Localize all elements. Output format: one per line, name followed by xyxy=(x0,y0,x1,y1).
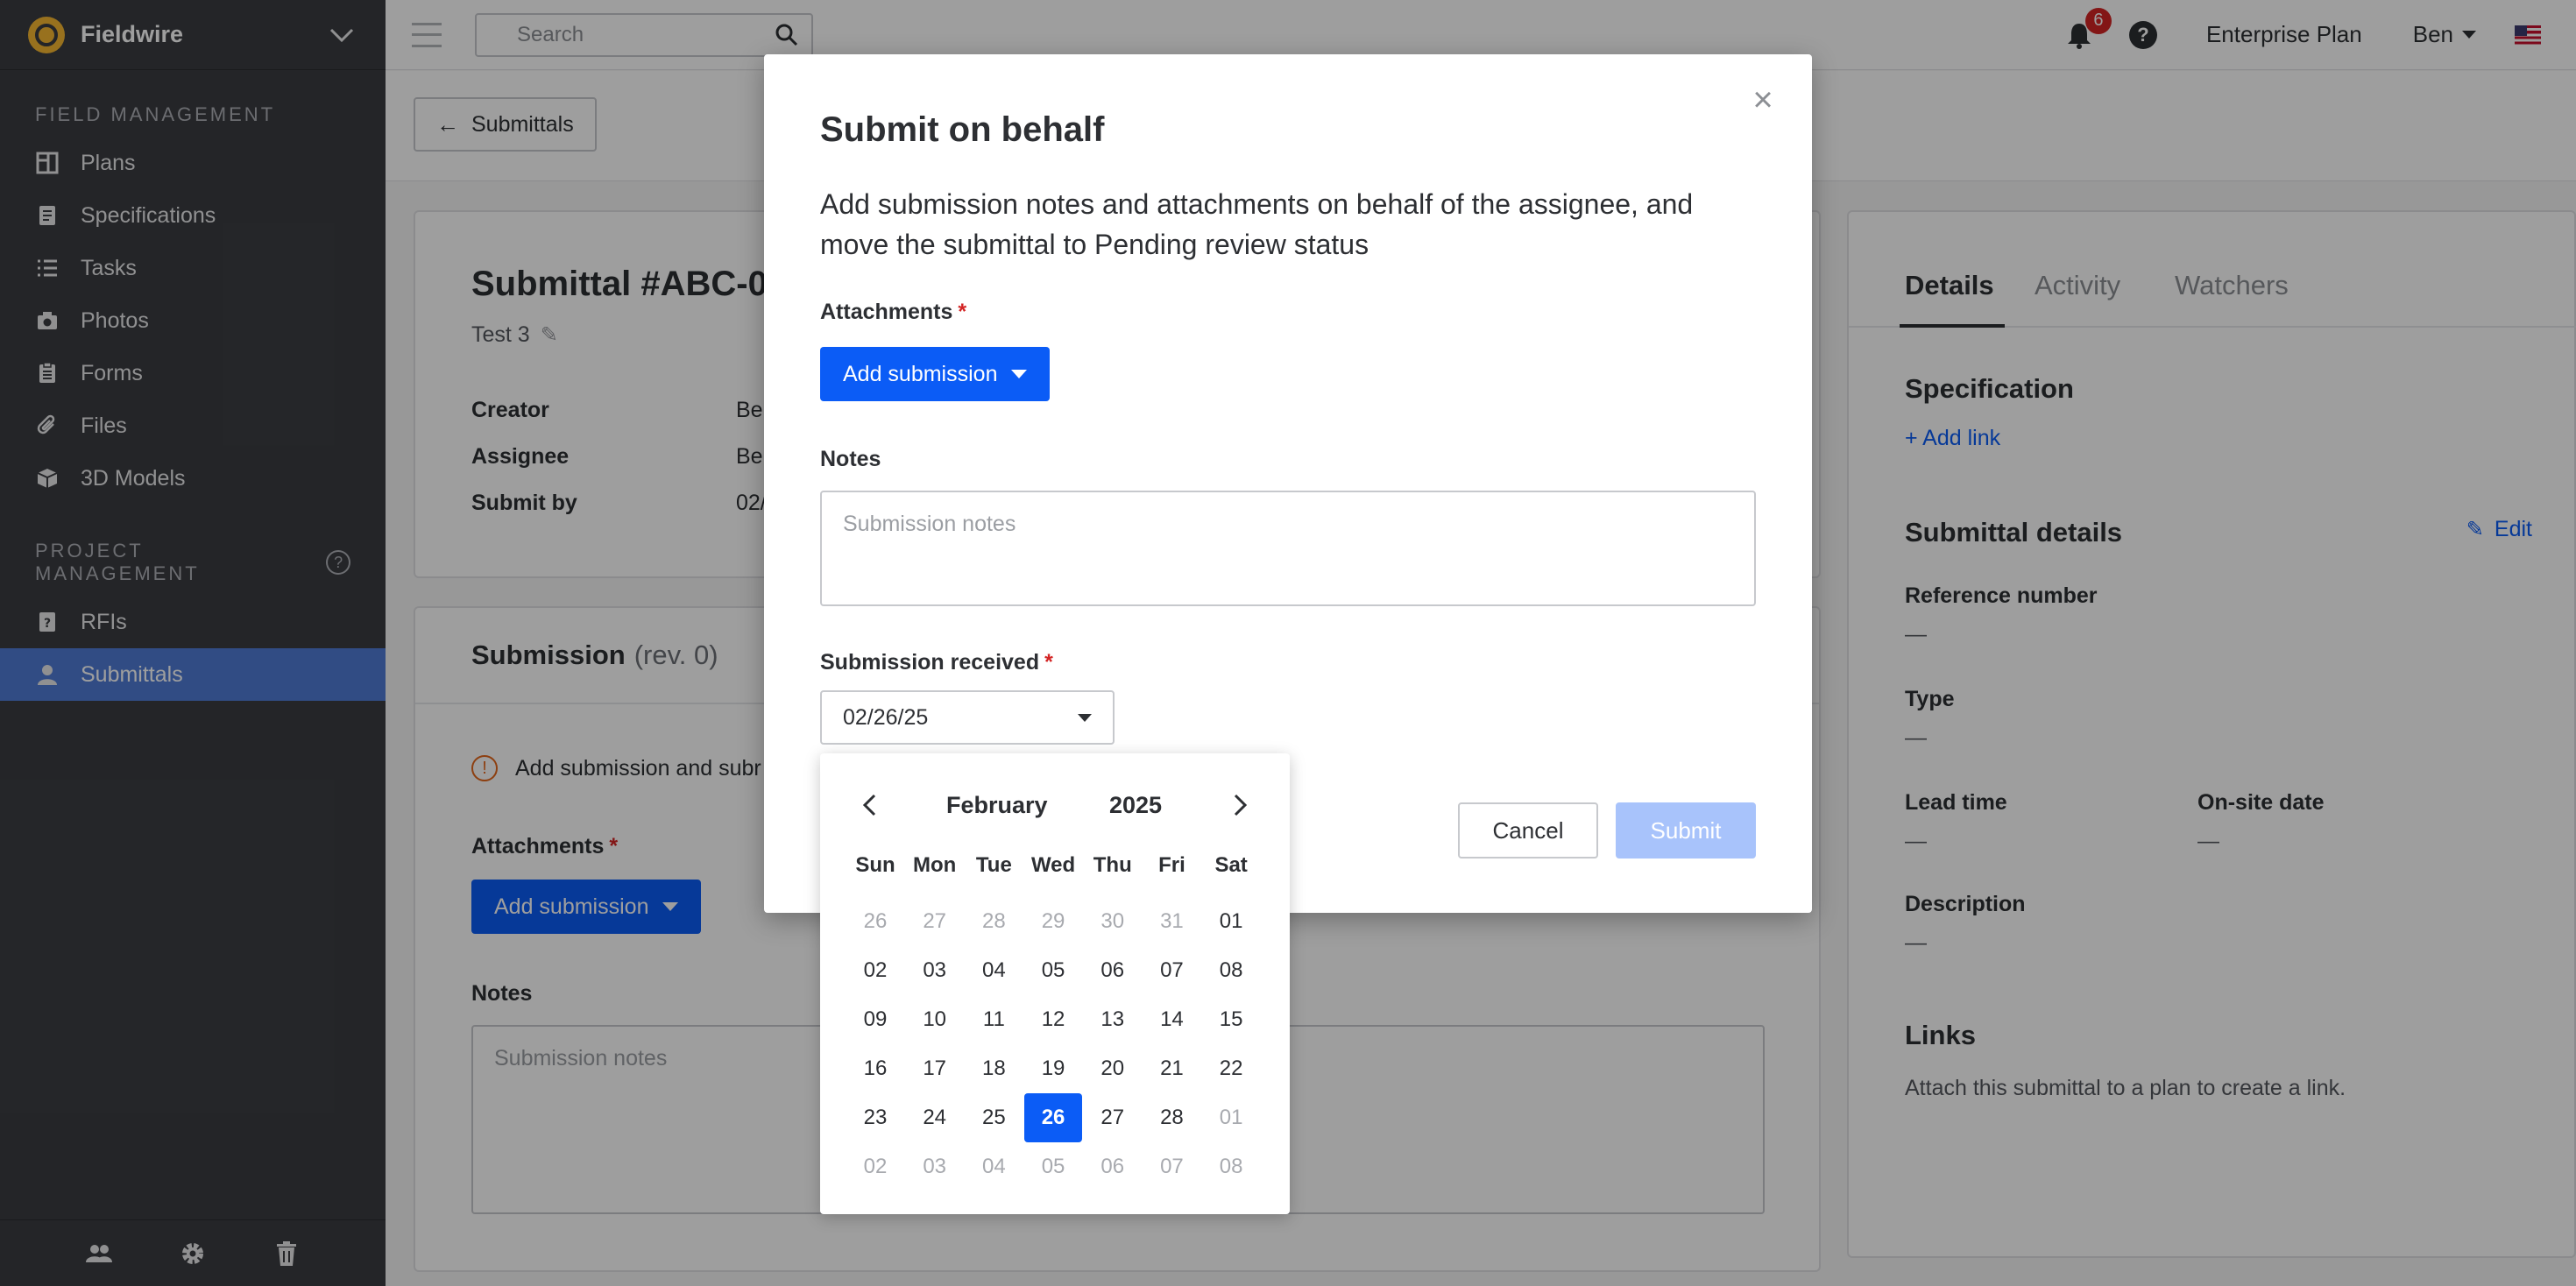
attachments-label: Attachments * xyxy=(820,300,966,325)
submission-received-date-select[interactable]: 02/26/25 xyxy=(820,690,1115,745)
calendar-day[interactable]: 18 xyxy=(965,1044,1023,1093)
calendar-day[interactable]: 25 xyxy=(965,1093,1023,1142)
calendar-year[interactable]: 2025 xyxy=(1109,792,1162,819)
submission-received-text: Submission received xyxy=(820,650,1040,675)
calendar-day[interactable]: 27 xyxy=(1084,1093,1142,1142)
weekday-header: Tue xyxy=(975,853,1012,877)
weekday-header: Fri xyxy=(1158,853,1185,877)
calendar-day[interactable]: 01 xyxy=(1202,1093,1260,1142)
chevron-left-icon[interactable] xyxy=(855,790,885,820)
calendar-day[interactable]: 11 xyxy=(965,995,1023,1044)
weekday-header: Sun xyxy=(855,853,895,877)
selected-date: 02/26/25 xyxy=(843,704,929,730)
calendar-grid: Sun Mon Tue Wed Thu Fri Sat 26 27 28 29 30 31 01 02 03 0… xyxy=(846,848,1262,1191)
close-icon[interactable]: × xyxy=(1747,82,1779,117)
calendar-day[interactable]: 01 xyxy=(1202,897,1260,946)
weekday-header: Sat xyxy=(1214,853,1248,877)
calendar-day[interactable]: 22 xyxy=(1202,1044,1260,1093)
calendar-day[interactable]: 16 xyxy=(846,1044,904,1093)
calendar-day[interactable]: 27 xyxy=(906,897,964,946)
calendar-day[interactable]: 19 xyxy=(1024,1044,1082,1093)
calendar-day[interactable]: 05 xyxy=(1024,1142,1082,1191)
calendar-day[interactable]: 12 xyxy=(1024,995,1082,1044)
calendar-day[interactable]: 03 xyxy=(906,1142,964,1191)
calendar-day[interactable]: 15 xyxy=(1202,995,1260,1044)
calendar-day[interactable]: 08 xyxy=(1202,946,1260,995)
calendar-day[interactable]: 14 xyxy=(1143,995,1200,1044)
calendar-day[interactable]: 10 xyxy=(906,995,964,1044)
calendar-day[interactable]: 09 xyxy=(846,995,904,1044)
calendar-month[interactable]: February xyxy=(946,792,1048,819)
dialog-description: Add submission notes and attachments on … xyxy=(820,188,1694,260)
dialog-title: Submit on behalf xyxy=(820,110,1105,149)
weekday-header: Thu xyxy=(1093,853,1132,877)
caret-down-icon xyxy=(1078,713,1092,722)
calendar-day[interactable]: 04 xyxy=(965,946,1023,995)
calendar-day[interactable]: 28 xyxy=(1143,1093,1200,1142)
calendar-day[interactable]: 02 xyxy=(846,1142,904,1191)
calendar-day[interactable]: 03 xyxy=(906,946,964,995)
calendar-day[interactable]: 13 xyxy=(1084,995,1142,1044)
calendar-day[interactable]: 08 xyxy=(1202,1142,1260,1191)
attachments-label-text: Attachments xyxy=(820,300,953,324)
calendar-day[interactable]: 23 xyxy=(846,1093,904,1142)
date-picker: February 2025 Sun Mon Tue Wed Thu Fri Sat 26 27 2… xyxy=(820,753,1290,1214)
calendar-day[interactable]: 06 xyxy=(1084,1142,1142,1191)
calendar-day[interactable]: 05 xyxy=(1024,946,1082,995)
required-mark: * xyxy=(1044,650,1053,675)
submit-button[interactable]: Submit xyxy=(1616,802,1756,859)
calendar-day[interactable]: 04 xyxy=(965,1142,1023,1191)
calendar-day[interactable]: 07 xyxy=(1143,1142,1200,1191)
chevron-right-icon[interactable] xyxy=(1225,790,1255,820)
notes-placeholder: Submission notes xyxy=(843,512,1016,536)
calendar-day[interactable]: 21 xyxy=(1143,1044,1200,1093)
calendar-day[interactable]: 24 xyxy=(906,1093,964,1142)
date-picker-header: February 2025 xyxy=(820,787,1290,825)
required-mark: * xyxy=(958,300,967,324)
calendar-day[interactable]: 29 xyxy=(1024,897,1082,946)
cancel-button[interactable]: Cancel xyxy=(1458,802,1598,859)
calendar-day[interactable]: 06 xyxy=(1084,946,1142,995)
caret-down-icon xyxy=(1011,370,1028,378)
calendar-day[interactable]: 26 xyxy=(846,897,904,946)
calendar-day[interactable]: 20 xyxy=(1084,1044,1142,1093)
add-submission-button[interactable]: Add submission xyxy=(820,347,1051,401)
calendar-day-selected[interactable]: 26 xyxy=(1024,1093,1083,1142)
calendar-day[interactable]: 31 xyxy=(1143,897,1200,946)
calendar-day[interactable]: 30 xyxy=(1084,897,1142,946)
submission-received-label: Submission received * xyxy=(820,650,1053,675)
calendar-day[interactable]: 02 xyxy=(846,946,904,995)
calendar-day[interactable]: 17 xyxy=(906,1044,964,1093)
calendar-day[interactable]: 07 xyxy=(1143,946,1200,995)
weekday-header: Mon xyxy=(913,853,957,877)
add-submission-label: Add submission xyxy=(843,361,998,386)
submission-notes-textarea[interactable]: Submission notes xyxy=(820,491,1756,606)
calendar-day[interactable]: 28 xyxy=(965,897,1023,946)
notes-label: Notes xyxy=(820,447,881,471)
weekday-header: Wed xyxy=(1030,853,1076,877)
